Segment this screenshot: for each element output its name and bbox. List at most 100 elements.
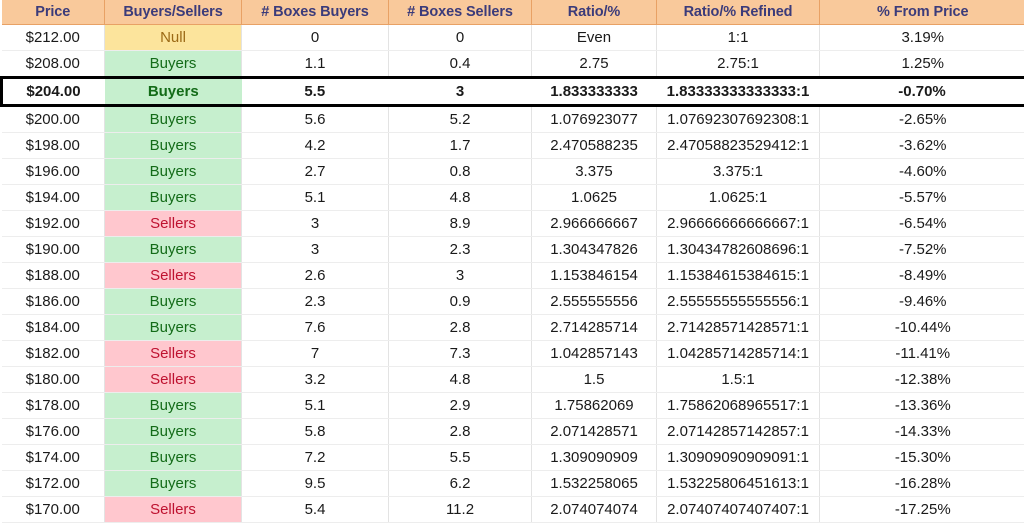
table-row[interactable]: $170.00 Sellers 5.4 11.2 2.074074074 2.074074… bbox=[1, 496, 1024, 523]
cell-pct-from-price[interactable]: -16.28% bbox=[819, 470, 1024, 497]
cell-ratio-refined[interactable]: 1.0625:1 bbox=[656, 184, 820, 211]
cell-boxes-sellers[interactable]: 0.8 bbox=[388, 158, 532, 185]
cell-ratio[interactable]: 1.076923077 bbox=[531, 105, 657, 133]
table-row[interactable]: $174.00 Buyers 7.2 5.5 1.309090909 1.30909090… bbox=[1, 444, 1024, 471]
cell-ratio[interactable]: 3.375 bbox=[531, 158, 657, 185]
table-row[interactable]: $192.00 Sellers 3 8.9 2.966666667 2.966666666… bbox=[1, 210, 1024, 237]
cell-price[interactable]: $188.00 bbox=[1, 262, 105, 289]
cell-boxes-buyers[interactable]: 7.6 bbox=[241, 314, 389, 341]
table-row[interactable]: $196.00 Buyers 2.7 0.8 3.375 3.375:1 -4.60% bbox=[1, 158, 1024, 185]
cell-pct-from-price[interactable]: -15.30% bbox=[819, 444, 1024, 471]
cell-boxes-sellers[interactable]: 0 bbox=[388, 24, 532, 51]
table-row[interactable]: $178.00 Buyers 5.1 2.9 1.75862069 1.758620689… bbox=[1, 392, 1024, 419]
cell-pct-from-price[interactable]: -11.41% bbox=[819, 340, 1024, 367]
cell-buyers-sellers[interactable]: Buyers bbox=[104, 236, 242, 263]
table-row[interactable]: $198.00 Buyers 4.2 1.7 2.470588235 2.47058823… bbox=[1, 132, 1024, 159]
cell-boxes-buyers[interactable]: 7.2 bbox=[241, 444, 389, 471]
cell-buyers-sellers[interactable]: Buyers bbox=[104, 470, 242, 497]
column-header-price[interactable]: Price bbox=[1, 0, 105, 25]
table-row[interactable]: $184.00 Buyers 7.6 2.8 2.714285714 2.71428571… bbox=[1, 314, 1024, 341]
cell-boxes-buyers[interactable]: 5.6 bbox=[241, 105, 389, 133]
cell-ratio[interactable]: 1.042857143 bbox=[531, 340, 657, 367]
table-row[interactable]: $190.00 Buyers 3 2.3 1.304347826 1.3043478260… bbox=[1, 236, 1024, 263]
cell-buyers-sellers[interactable]: Buyers bbox=[104, 184, 242, 211]
cell-boxes-sellers[interactable]: 2.8 bbox=[388, 418, 532, 445]
cell-ratio-refined[interactable]: 2.71428571428571:1 bbox=[656, 314, 820, 341]
cell-ratio-refined[interactable]: 1.30909090909091:1 bbox=[656, 444, 820, 471]
cell-pct-from-price[interactable]: -8.49% bbox=[819, 262, 1024, 289]
cell-buyers-sellers[interactable]: Sellers bbox=[104, 366, 242, 393]
cell-price[interactable]: $172.00 bbox=[1, 470, 105, 497]
cell-boxes-sellers[interactable]: 1.7 bbox=[388, 132, 532, 159]
cell-pct-from-price[interactable]: -3.62% bbox=[819, 132, 1024, 159]
cell-ratio[interactable]: 1.304347826 bbox=[531, 236, 657, 263]
cell-price[interactable]: $204.00 bbox=[0, 76, 105, 107]
cell-boxes-buyers[interactable]: 3.2 bbox=[241, 366, 389, 393]
cell-ratio-refined[interactable]: 1.15384615384615:1 bbox=[656, 262, 820, 289]
cell-price[interactable]: $178.00 bbox=[1, 392, 105, 419]
cell-ratio[interactable]: 1.833333333 bbox=[531, 76, 657, 107]
cell-ratio-refined[interactable]: 1:1 bbox=[656, 24, 820, 51]
table-row[interactable]: $182.00 Sellers 7 7.3 1.042857143 1.042857142… bbox=[1, 340, 1024, 367]
cell-ratio-refined[interactable]: 2.55555555555556:1 bbox=[656, 288, 820, 315]
cell-pct-from-price[interactable]: -13.36% bbox=[819, 392, 1024, 419]
cell-boxes-buyers[interactable]: 7 bbox=[241, 340, 389, 367]
cell-buyers-sellers[interactable]: Sellers bbox=[104, 340, 242, 367]
cell-buyers-sellers[interactable]: Buyers bbox=[104, 50, 242, 78]
cell-pct-from-price[interactable]: -0.70% bbox=[819, 76, 1024, 107]
column-header-buyers-sellers[interactable]: Buyers/Sellers bbox=[104, 0, 242, 25]
cell-boxes-sellers[interactable]: 4.8 bbox=[388, 184, 532, 211]
cell-boxes-buyers[interactable]: 5.1 bbox=[241, 184, 389, 211]
cell-ratio[interactable]: 1.532258065 bbox=[531, 470, 657, 497]
cell-boxes-buyers[interactable]: 5.8 bbox=[241, 418, 389, 445]
cell-price[interactable]: $196.00 bbox=[1, 158, 105, 185]
cell-ratio[interactable]: 1.0625 bbox=[531, 184, 657, 211]
cell-pct-from-price[interactable]: -7.52% bbox=[819, 236, 1024, 263]
cell-boxes-buyers[interactable]: 3 bbox=[241, 210, 389, 237]
table-row[interactable]: $208.00 Buyers 1.1 0.4 2.75 2.75:1 1.25% bbox=[1, 50, 1024, 78]
cell-boxes-buyers[interactable]: 4.2 bbox=[241, 132, 389, 159]
cell-pct-from-price[interactable]: -2.65% bbox=[819, 105, 1024, 133]
cell-price[interactable]: $186.00 bbox=[1, 288, 105, 315]
cell-price[interactable]: $198.00 bbox=[1, 132, 105, 159]
cell-boxes-buyers[interactable]: 0 bbox=[241, 24, 389, 51]
cell-boxes-buyers[interactable]: 5.1 bbox=[241, 392, 389, 419]
cell-boxes-buyers[interactable]: 5.5 bbox=[241, 76, 389, 107]
table-row[interactable]: $176.00 Buyers 5.8 2.8 2.071428571 2.07142857… bbox=[1, 418, 1024, 445]
table-row[interactable]: $212.00 Null 0 0 Even 1:1 3.19% bbox=[1, 24, 1024, 51]
cell-price[interactable]: $200.00 bbox=[1, 105, 105, 133]
cell-boxes-sellers[interactable]: 11.2 bbox=[388, 496, 532, 523]
cell-ratio-refined[interactable]: 2.47058823529412:1 bbox=[656, 132, 820, 159]
cell-price[interactable]: $208.00 bbox=[1, 50, 105, 78]
cell-pct-from-price[interactable]: -10.44% bbox=[819, 314, 1024, 341]
cell-ratio[interactable]: 2.470588235 bbox=[531, 132, 657, 159]
cell-boxes-buyers[interactable]: 3 bbox=[241, 236, 389, 263]
cell-buyers-sellers[interactable]: Buyers bbox=[104, 76, 242, 107]
cell-ratio-refined[interactable]: 1.30434782608696:1 bbox=[656, 236, 820, 263]
table-row[interactable]: $172.00 Buyers 9.5 6.2 1.532258065 1.53225806… bbox=[1, 470, 1024, 497]
cell-buyers-sellers[interactable]: Buyers bbox=[104, 132, 242, 159]
cell-boxes-sellers[interactable]: 7.3 bbox=[388, 340, 532, 367]
cell-buyers-sellers[interactable]: Null bbox=[104, 24, 242, 51]
cell-ratio-refined[interactable]: 1.75862068965517:1 bbox=[656, 392, 820, 419]
column-header-pct-from-price[interactable]: % From Price bbox=[819, 0, 1024, 25]
cell-pct-from-price[interactable]: -6.54% bbox=[819, 210, 1024, 237]
cell-boxes-buyers[interactable]: 9.5 bbox=[241, 470, 389, 497]
cell-buyers-sellers[interactable]: Buyers bbox=[104, 392, 242, 419]
cell-boxes-buyers[interactable]: 2.3 bbox=[241, 288, 389, 315]
cell-buyers-sellers[interactable]: Buyers bbox=[104, 288, 242, 315]
table-row[interactable]: $194.00 Buyers 5.1 4.8 1.0625 1.0625:1 -5.57% bbox=[1, 184, 1024, 211]
cell-boxes-sellers[interactable]: 4.8 bbox=[388, 366, 532, 393]
cell-ratio[interactable]: 2.966666667 bbox=[531, 210, 657, 237]
cell-buyers-sellers[interactable]: Sellers bbox=[104, 496, 242, 523]
cell-pct-from-price[interactable]: -5.57% bbox=[819, 184, 1024, 211]
cell-ratio-refined[interactable]: 1.5:1 bbox=[656, 366, 820, 393]
cell-boxes-sellers[interactable]: 3 bbox=[388, 76, 532, 107]
cell-ratio[interactable]: 1.153846154 bbox=[531, 262, 657, 289]
cell-price[interactable]: $190.00 bbox=[1, 236, 105, 263]
cell-price[interactable]: $180.00 bbox=[1, 366, 105, 393]
cell-boxes-buyers[interactable]: 2.7 bbox=[241, 158, 389, 185]
cell-ratio[interactable]: Even bbox=[531, 24, 657, 51]
cell-ratio-refined[interactable]: 1.04285714285714:1 bbox=[656, 340, 820, 367]
cell-boxes-buyers[interactable]: 2.6 bbox=[241, 262, 389, 289]
